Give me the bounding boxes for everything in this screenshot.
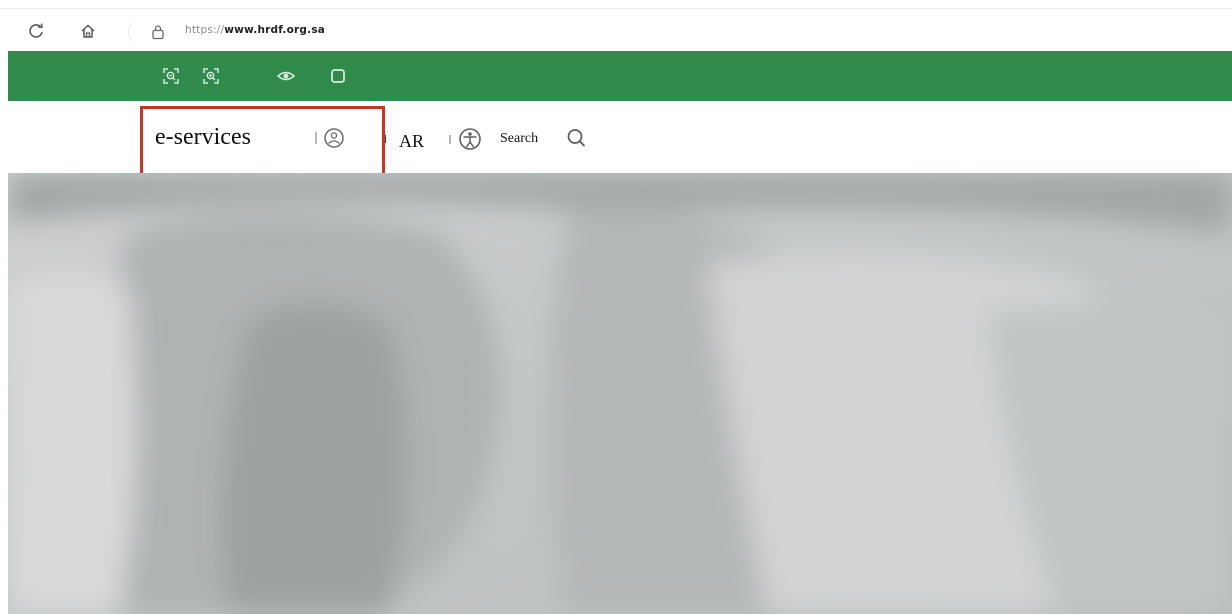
address-bar[interactable]: https://www.hrdf.org.sa: [128, 20, 1232, 44]
accessibility-icon[interactable]: [446, 126, 490, 152]
reload-icon[interactable]: [28, 23, 44, 39]
home-icon[interactable]: [80, 23, 96, 39]
page: https://www.hrdf.org.sa e-services AR Se…: [0, 0, 1232, 614]
search-link[interactable]: Search: [500, 131, 538, 147]
lock-icon: [151, 24, 165, 40]
contrast-icon[interactable]: [328, 66, 348, 86]
url-host: www.hrdf.org.sa: [224, 24, 326, 36]
zoom-out-icon[interactable]: [161, 66, 181, 86]
user-icon[interactable]: [312, 126, 352, 150]
browser-toolbar: https://www.hrdf.org.sa: [0, 8, 1232, 48]
hero-photo-art: [8, 173, 1232, 614]
url-scheme: https://: [185, 24, 225, 36]
zoom-in-icon[interactable]: [201, 66, 221, 86]
eye-icon[interactable]: [276, 66, 296, 86]
accessibility-toolbar: [8, 51, 1232, 101]
language-toggle[interactable]: AR: [399, 131, 424, 152]
url-text: https://www.hrdf.org.sa: [185, 24, 325, 36]
hero-image: [8, 173, 1232, 614]
search-icon[interactable]: [564, 126, 588, 150]
eservices-link[interactable]: e-services: [155, 124, 251, 151]
language-separator: [383, 135, 386, 143]
